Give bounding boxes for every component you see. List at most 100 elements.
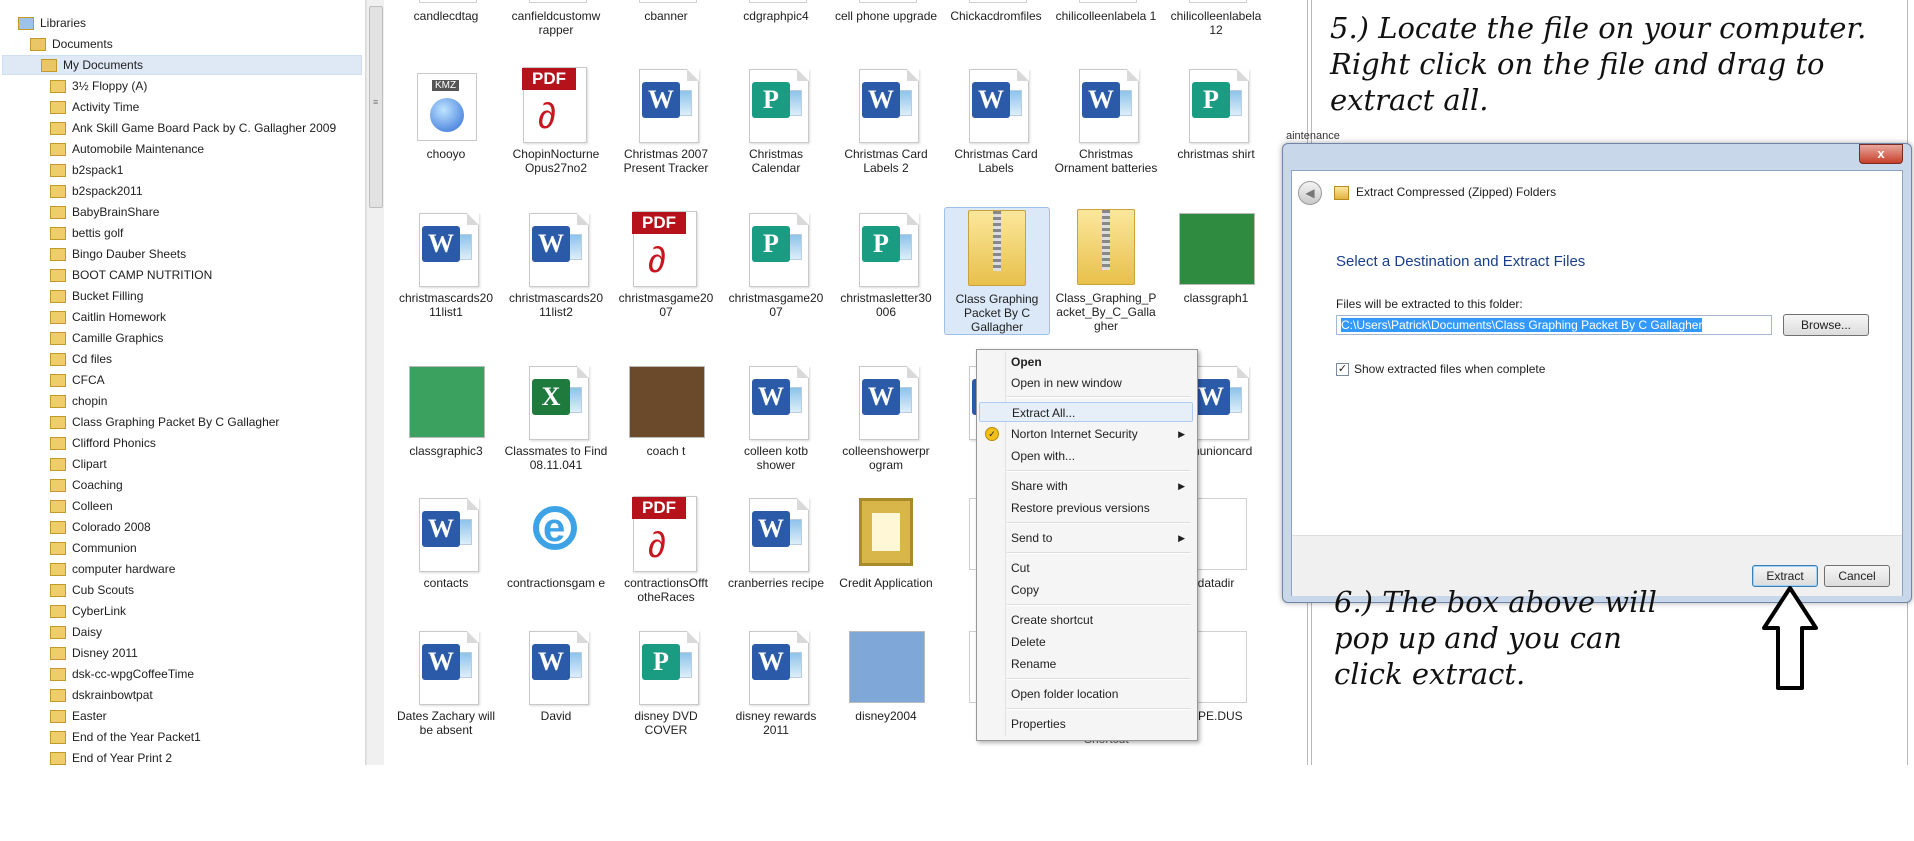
nav-tree-item[interactable]: computer hardware — [50, 559, 175, 579]
context-menu-item[interactable]: Extract All... — [979, 402, 1193, 422]
file-label: David — [540, 709, 572, 723]
file-item[interactable]: classgraph1 — [1164, 207, 1268, 305]
file-item[interactable]: Pchristmasgame20 07 — [724, 207, 828, 319]
file-item[interactable]: Class_Graphing_P acket_By_C_Galla gher — [1054, 207, 1158, 333]
context-menu-item[interactable]: Delete — [979, 632, 1193, 652]
context-menu-item[interactable]: ✓ Norton Internet Security ▶ — [979, 424, 1193, 444]
nav-tree-item[interactable]: Bucket Filling — [50, 286, 143, 306]
file-item[interactable]: disney2004 — [834, 625, 938, 723]
file-item[interactable]: W David — [504, 625, 608, 723]
nav-scrollbar-thumb[interactable]: ≡ — [369, 6, 383, 208]
context-menu-item[interactable]: Open with... — [979, 446, 1193, 466]
nav-tree-item[interactable]: Caitlin Homework — [50, 307, 166, 327]
file-item[interactable]: Class Graphing Packet By C Gallagher — [944, 207, 1050, 335]
nav-tree-item[interactable]: Ank Skill Game Board Pack by C. Gallaghe… — [50, 118, 336, 138]
folder-icon — [50, 604, 66, 618]
file-item[interactable]: W Christmas Ornament batteries — [1054, 63, 1158, 175]
context-menu-item[interactable]: Copy — [979, 580, 1193, 600]
context-menu-item[interactable]: Send to ▶ — [979, 528, 1193, 548]
file-item[interactable]: Wchristmascards20 11list1 — [394, 207, 498, 319]
context-menu-item[interactable]: Share with ▶ — [979, 476, 1193, 496]
context-menu-item[interactable]: Open in new window — [979, 373, 1193, 393]
file-item[interactable]: coach t — [614, 360, 718, 458]
file-item[interactable]: Credit Application — [834, 492, 938, 590]
file-item[interactable]: W Christmas 2007 Present Tracker — [614, 63, 718, 175]
context-menu-item[interactable]: Open folder location — [979, 684, 1193, 704]
cancel-button[interactable]: Cancel — [1824, 565, 1890, 587]
file-item[interactable]: X Classmates to Find 08.11.041 — [504, 360, 608, 472]
nav-tree-item[interactable]: dsk-cc-wpgCoffeeTime — [50, 664, 194, 684]
nav-scrollbar[interactable]: ≡ — [366, 0, 384, 765]
file-item[interactable]: PDF ∂ contractionsOfft otheRaces — [614, 492, 718, 604]
file-item[interactable]: chilicolleenlabela 12 — [1164, 0, 1268, 37]
nav-tree-item[interactable]: Communion — [50, 538, 137, 558]
nav-tree-item[interactable]: chopin — [50, 391, 107, 411]
nav-tree-item[interactable]: Class Graphing Packet By C Gallagher — [50, 412, 279, 432]
nav-tree-item[interactable]: b2spack2011 — [50, 181, 143, 201]
nav-tree-item[interactable]: My Documents — [2, 55, 362, 75]
file-item[interactable]: Pchristmasletter30 006 — [834, 207, 938, 319]
nav-tree-item[interactable]: End of Year Print 2 — [50, 748, 172, 765]
file-item[interactable]: candlecdtag — [394, 0, 498, 23]
nav-tree-item[interactable]: BabyBrainShare — [50, 202, 159, 222]
file-item[interactable]: P Christmas Calendar — [724, 63, 828, 175]
file-item[interactable]: W Christmas Card Labels 2 — [834, 63, 938, 175]
file-item[interactable]: W Dates Zachary will be absent — [394, 625, 498, 737]
file-item[interactable]: Wcranberries recipe — [724, 492, 828, 590]
file-item[interactable]: PDF ∂ christmasgame20 07 — [614, 207, 718, 319]
file-item[interactable]: classgraphic3 — [394, 360, 498, 458]
nav-tree-item[interactable]: Colorado 2008 — [50, 517, 151, 537]
file-item[interactable]: KMZ chooyo — [394, 63, 498, 161]
nav-tree-item[interactable]: Camille Graphics — [50, 328, 163, 348]
nav-tree-item[interactable]: Easter — [50, 706, 107, 726]
file-item[interactable]: Wdisney rewards 2011 — [724, 625, 828, 737]
back-arrow-icon[interactable]: ◀ — [1298, 181, 1322, 205]
nav-tree-item[interactable]: Cd files — [50, 349, 112, 369]
nav-tree-item[interactable]: BOOT CAMP NUTRITION — [50, 265, 212, 285]
context-menu-item[interactable]: Restore previous versions — [979, 498, 1193, 518]
close-button[interactable]: x — [1859, 144, 1903, 164]
file-item[interactable]: cdgraphpic4 — [724, 0, 828, 23]
file-item[interactable]: Wcontacts — [394, 492, 498, 590]
file-item[interactable]: PDF ∂ ChopinNocturne Opus27no2 — [504, 63, 608, 175]
file-item[interactable]: cell phone upgrade — [834, 0, 938, 23]
file-item[interactable]: Chickacdromfiles — [944, 0, 1048, 23]
file-item[interactable]: Wcolleenshowerpr ogram — [834, 360, 938, 472]
nav-tree-item[interactable]: CFCA — [50, 370, 105, 390]
file-item[interactable]: Pdisney DVD COVER — [614, 625, 718, 737]
show-files-checkbox[interactable]: ✓ — [1336, 363, 1349, 376]
nav-tree-item[interactable]: 3½ Floppy (A) — [50, 76, 147, 96]
nav-tree-item[interactable]: Libraries — [18, 13, 86, 33]
context-menu-item[interactable]: Create shortcut — [979, 610, 1193, 630]
nav-tree-item[interactable]: CyberLink — [50, 601, 126, 621]
file-item[interactable]: Pchristmas shirt — [1164, 63, 1268, 161]
nav-tree-item[interactable]: Documents — [30, 34, 113, 54]
nav-tree-item[interactable]: b2spack1 — [50, 160, 123, 180]
nav-tree-item[interactable]: Coaching — [50, 475, 123, 495]
file-item[interactable]: Wchristmascards20 11list2 — [504, 207, 608, 319]
browse-button[interactable]: Browse... — [1783, 314, 1869, 336]
file-item[interactable]: W Christmas Card Labels — [944, 63, 1048, 175]
file-item[interactable]: cbanner — [614, 0, 718, 23]
nav-tree-item[interactable]: Daisy — [50, 622, 102, 642]
nav-tree-item[interactable]: Disney 2011 — [50, 643, 138, 663]
nav-tree-item[interactable]: Cub Scouts — [50, 580, 134, 600]
file-item[interactable]: chilicolleenlabela 1 — [1054, 0, 1158, 23]
nav-tree-item[interactable]: Automobile Maintenance — [50, 139, 204, 159]
file-item[interactable]: canfieldcustomw rapper — [504, 0, 608, 37]
context-menu-item[interactable]: Cut — [979, 558, 1193, 578]
nav-tree-item[interactable]: End of the Year Packet1 — [50, 727, 201, 747]
context-menu-item[interactable]: Open — [979, 352, 1193, 372]
nav-tree-item[interactable]: Clipart — [50, 454, 107, 474]
nav-tree-item[interactable]: Colleen — [50, 496, 113, 516]
context-menu-item[interactable]: Properties — [979, 714, 1193, 734]
nav-tree-item[interactable]: Activity Time — [50, 97, 139, 117]
nav-tree-item[interactable]: bettis golf — [50, 223, 123, 243]
nav-tree-item[interactable]: dskrainbowtpat — [50, 685, 153, 705]
file-item[interactable]: Wcolleen kotb shower — [724, 360, 828, 472]
context-menu-item[interactable]: Rename — [979, 654, 1193, 674]
destination-path-input[interactable]: C:\Users\Patrick\Documents\Class Graphin… — [1336, 315, 1772, 335]
file-item[interactable]: contractionsgam e — [504, 492, 608, 590]
nav-tree-item[interactable]: Clifford Phonics — [50, 433, 156, 453]
nav-tree-item[interactable]: Bingo Dauber Sheets — [50, 244, 186, 264]
